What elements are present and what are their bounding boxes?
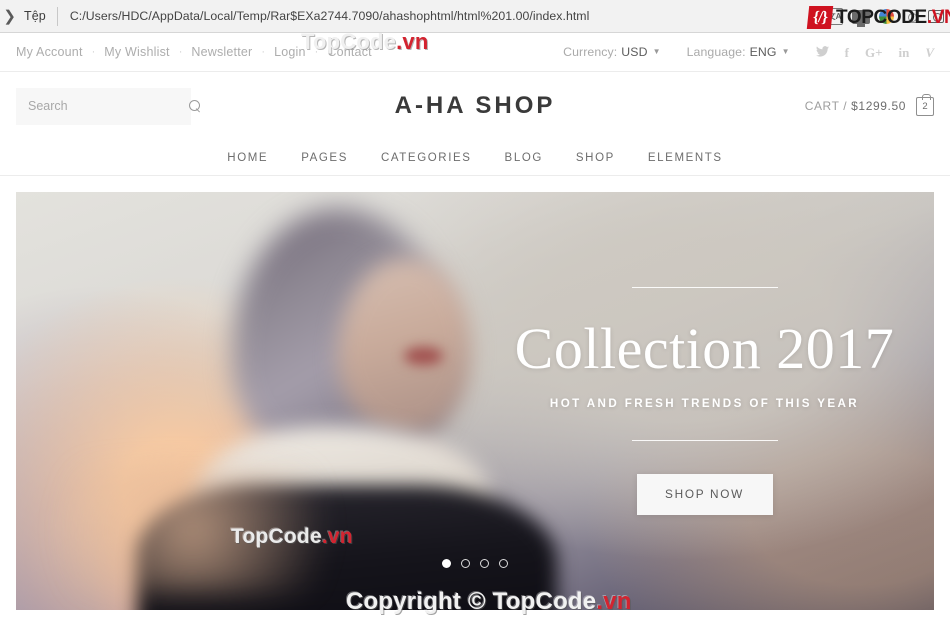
topcode-brace-icon: {/} (806, 6, 834, 29)
link-contact[interactable]: Contact (327, 45, 371, 59)
currency-label: Currency: (563, 45, 618, 59)
social-links: f G+ in V (815, 45, 934, 59)
link-separator: · (314, 46, 319, 58)
model-lips (404, 346, 443, 366)
slider-dot-4[interactable] (499, 559, 508, 568)
slider-dot-1[interactable] (442, 559, 451, 568)
bokeh-highlight (52, 467, 402, 594)
slider-dot-2[interactable] (461, 559, 470, 568)
currency-selector[interactable]: Currency: USD ▼ (563, 45, 661, 59)
language-selector[interactable]: Language: ENG ▼ (687, 45, 790, 59)
linkedin-icon[interactable]: in (898, 46, 909, 59)
cart-summary: CART / $1299.50 (805, 99, 906, 113)
nav-item-pages[interactable]: PAGES (301, 152, 348, 164)
main-navigation: HOME PAGES CATEGORIES BLOG SHOP ELEMENTS (0, 140, 950, 176)
utility-links: My Account · My Wishlist · Newsletter · … (16, 45, 372, 59)
chevron-down-icon: ▼ (781, 47, 790, 56)
slider-pagination (16, 559, 934, 568)
shop-now-button[interactable]: SHOP NOW (636, 473, 773, 515)
language-label: Language: (686, 45, 746, 59)
language-value: ENG (749, 45, 777, 59)
nav-item-elements[interactable]: ELEMENTS (648, 152, 723, 164)
utility-topbar: My Account · My Wishlist · Newsletter · … (0, 33, 950, 72)
hero-subtitle: HOT AND FRESH TRENDS OF THIS YEAR (549, 396, 860, 410)
site-header: A-HA SHOP CART / $1299.50 2 (0, 72, 950, 140)
nav-item-home[interactable]: HOME (227, 152, 268, 164)
hero-caption: Collection 2017 HOT AND FRESH TRENDS OF … (475, 192, 934, 610)
chevron-down-icon: ▼ (652, 47, 661, 56)
hero-divider-bottom (631, 439, 778, 441)
cart-label-text: CART / (804, 99, 848, 113)
hero-divider-top (631, 287, 778, 289)
shopping-bag-icon[interactable]: 2 (916, 93, 934, 116)
topcode-logo-watermark: {/} TOPCODE.VN (806, 6, 950, 29)
google-plus-icon[interactable]: G+ (865, 46, 883, 59)
hero-slider[interactable]: Collection 2017 HOT AND FRESH TRENDS OF … (16, 192, 934, 610)
link-separator: · (91, 46, 96, 58)
twitter-icon[interactable] (815, 45, 829, 59)
address-bar-url[interactable]: C:/Users/HDC/AppData/Local/Temp/Rar$EXa2… (58, 9, 590, 23)
back-chevron-icon[interactable]: ❯ (0, 9, 16, 24)
slider-dot-3[interactable] (480, 559, 489, 568)
nav-item-shop[interactable]: SHOP (576, 152, 615, 164)
file-menu-label[interactable]: Tệp (16, 9, 57, 23)
link-login[interactable]: Login (274, 45, 306, 59)
link-separator: · (178, 46, 183, 58)
link-newsletter[interactable]: Newsletter (191, 45, 252, 59)
cart-widget[interactable]: CART / $1299.50 2 (805, 93, 934, 116)
link-my-wishlist[interactable]: My Wishlist (104, 45, 169, 59)
topcode-logo-text: TOPCODE.VN (836, 6, 950, 28)
nav-item-blog[interactable]: BLOG (505, 152, 543, 164)
link-my-account[interactable]: My Account (16, 45, 83, 59)
facebook-icon[interactable]: f (845, 46, 849, 59)
link-separator: · (261, 46, 266, 58)
cart-item-count: 2 (922, 100, 928, 112)
model-face (337, 258, 472, 435)
vimeo-icon[interactable]: V (925, 46, 934, 59)
utility-right: Currency: USD ▼ Language: ENG ▼ f G+ in … (563, 45, 934, 59)
hero-title: Collection 2017 (514, 316, 895, 382)
currency-value: USD (621, 45, 648, 59)
nav-item-categories[interactable]: CATEGORIES (381, 152, 472, 164)
website-page: My Account · My Wishlist · Newsletter · … (0, 33, 950, 610)
cart-total: $1299.50 (851, 99, 906, 113)
